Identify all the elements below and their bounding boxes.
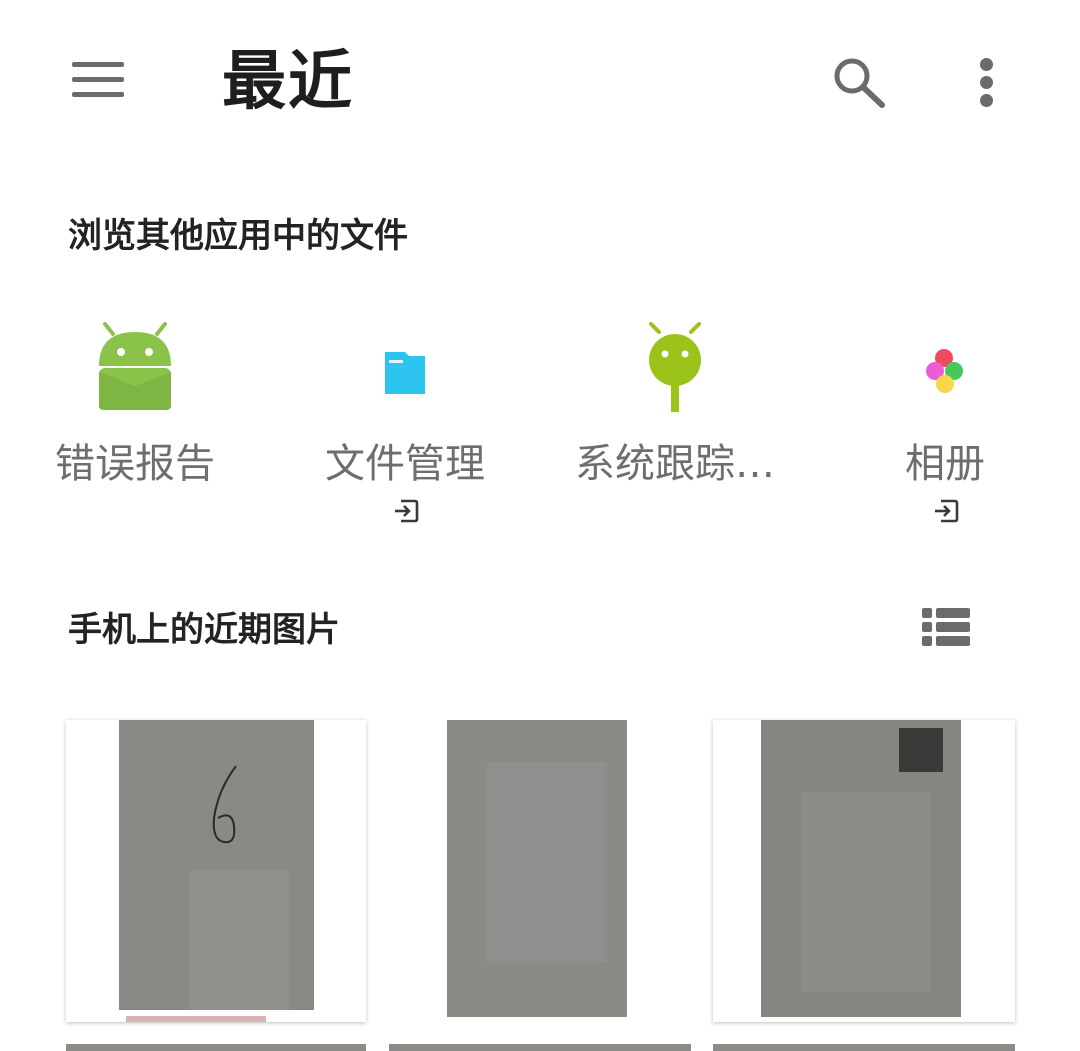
open-in-app-icon: [933, 498, 959, 524]
album-flower-icon: [905, 320, 985, 416]
photo-thumbnail-row2[interactable]: [713, 1044, 1015, 1051]
photo-thumbnail-row2[interactable]: [389, 1044, 691, 1051]
android-trace-icon: [635, 320, 715, 416]
open-in-app-icon: [393, 498, 419, 524]
browse-apps-heading: 浏览其他应用中的文件: [68, 216, 408, 256]
app-item-system-trace[interactable]: 系统跟踪…: [540, 310, 810, 540]
top-app-bar: 最近: [0, 0, 1080, 170]
app-label: 相册: [905, 441, 985, 487]
photo-caption-strip: [126, 1016, 266, 1022]
app-label: 文件管理: [325, 441, 485, 487]
page-title: 最近: [222, 45, 354, 119]
app-item-album[interactable]: 相册: [810, 310, 1080, 540]
more-vert-icon[interactable]: [970, 56, 1004, 108]
folder-icon: [365, 320, 445, 416]
android-icon: [95, 320, 175, 416]
photo-dark-object: [899, 728, 943, 772]
hamburger-menu-icon[interactable]: [72, 62, 124, 98]
recent-images-heading: 手机上的近期图片: [68, 610, 340, 650]
photo-paper: [119, 720, 314, 1010]
app-label: 系统跟踪…: [575, 441, 775, 487]
app-item-bug-report[interactable]: 错误报告: [0, 310, 270, 540]
photo-thumbnail[interactable]: [713, 720, 1015, 1022]
list-view-icon[interactable]: [920, 606, 972, 648]
search-icon[interactable]: [830, 54, 890, 110]
photo-thumbnail[interactable]: [66, 720, 366, 1022]
app-item-file-manager[interactable]: 文件管理: [270, 310, 540, 540]
photo-paper: [761, 720, 961, 1017]
photo-paper: [447, 720, 627, 1017]
app-label: 错误报告: [55, 441, 215, 487]
photo-thumbnail-row2[interactable]: [66, 1044, 366, 1051]
photo-thumbnail[interactable]: [389, 720, 691, 1022]
